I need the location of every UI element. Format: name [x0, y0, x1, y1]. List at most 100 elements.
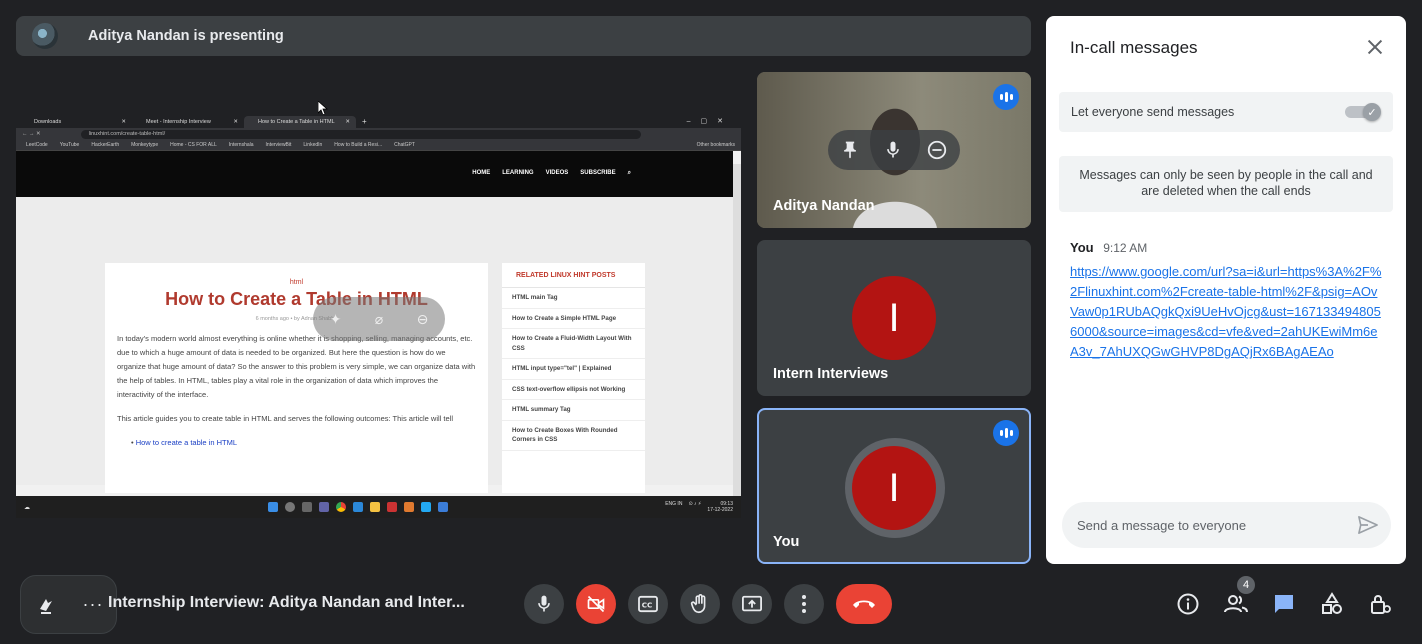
related-item[interactable]: How to Create Boxes With Rounded Corners…: [502, 421, 645, 451]
messages-info: Messages can only be seen by people in t…: [1059, 156, 1393, 212]
windows-start-icon[interactable]: [268, 502, 278, 512]
related-item[interactable]: HTML main Tag: [502, 288, 645, 309]
microphone-button[interactable]: [524, 584, 564, 624]
in-call-messages-panel: In-call messages Let everyone send messa…: [1046, 16, 1406, 564]
taskbar-apps: [268, 502, 448, 512]
related-item[interactable]: HTML input type="tel" | Explained: [502, 359, 645, 380]
chat-icon[interactable]: [319, 502, 329, 512]
microphone-icon: [538, 595, 550, 612]
page-scrollbar[interactable]: [733, 164, 741, 496]
site-nav-link[interactable]: VIDEOS: [546, 170, 569, 177]
allow-messages-row: Let everyone send messages ✓: [1059, 92, 1393, 132]
browser-tab-active[interactable]: How to Create a Table in HTML ✕: [244, 116, 356, 128]
related-item[interactable]: How to Create a Fluid-Width Layout With …: [502, 329, 645, 359]
participant-tile-self[interactable]: I You: [757, 408, 1031, 564]
activities-chip[interactable]: ···: [20, 575, 117, 634]
captions-button[interactable]: CC: [628, 584, 668, 624]
send-icon[interactable]: [1357, 515, 1379, 535]
bookmark[interactable]: Internshala: [229, 142, 254, 148]
bookmark[interactable]: Home - CS FOR ALL: [170, 142, 217, 148]
site-nav-link[interactable]: HOME: [472, 170, 490, 177]
message-time: 9:12 AM: [1103, 241, 1148, 255]
camera-off-button[interactable]: [576, 584, 616, 624]
hand-sparkle-icon[interactable]: [34, 593, 58, 617]
panel-title: In-call messages: [1070, 38, 1198, 57]
related-heading: RELATED LINUX HINT POSTS: [502, 263, 645, 288]
bookmark[interactable]: ChatGPT: [394, 142, 415, 148]
close-icon[interactable]: [1364, 36, 1386, 58]
activities-button[interactable]: [1317, 589, 1347, 619]
participant-tile[interactable]: I Intern Interviews: [757, 240, 1031, 396]
tray-clock[interactable]: 09:13 17-12-2022: [707, 501, 733, 513]
related-item[interactable]: How to Create a Simple HTML Page: [502, 309, 645, 329]
app-icon[interactable]: [353, 502, 363, 512]
task-view-icon[interactable]: [302, 502, 312, 512]
participant-avatar: I: [852, 446, 936, 530]
participant-avatar: I: [852, 276, 936, 360]
present-screen-button[interactable]: [732, 584, 772, 624]
message-link[interactable]: https://www.google.com/url?sa=i&url=http…: [1070, 262, 1382, 362]
article-list-item[interactable]: How to create a table in HTML: [131, 438, 488, 447]
allow-messages-toggle[interactable]: ✓: [1345, 103, 1381, 121]
article-category[interactable]: html: [105, 279, 488, 286]
bookmark[interactable]: LeetCode: [26, 142, 48, 148]
people-icon: [1224, 595, 1248, 613]
present-screen-icon: [742, 595, 762, 612]
chrome-icon[interactable]: [336, 502, 346, 512]
chat-button[interactable]: [1269, 589, 1299, 619]
pin-icon[interactable]: [840, 140, 860, 160]
other-bookmarks[interactable]: Other bookmarks: [697, 142, 735, 148]
nav-arrows-icon[interactable]: ← → ✕: [22, 131, 41, 137]
tray-lang[interactable]: ENG IN: [665, 501, 682, 513]
app-icon[interactable]: [404, 502, 414, 512]
site-navbar: HOME LEARNING VIDEOS SUBSCRIBE ⌕: [16, 151, 733, 197]
raise-hand-icon: [690, 594, 706, 614]
bookmark[interactable]: InterviewBit: [266, 142, 292, 148]
remove-circle-icon[interactable]: [926, 139, 948, 161]
bookmark[interactable]: Monkeytype: [131, 142, 158, 148]
participant-name: You: [773, 534, 800, 550]
new-tab-icon[interactable]: +: [356, 117, 367, 128]
site-nav-link[interactable]: LEARNING: [502, 170, 533, 177]
weather-icon[interactable]: ☁: [24, 504, 30, 511]
pin-icon[interactable]: ✦: [330, 311, 342, 328]
bookmark[interactable]: How to Build a Resi...: [334, 142, 382, 148]
site-nav-link[interactable]: SUBSCRIBE: [580, 170, 615, 177]
presenting-bar: Aditya Nandan is presenting: [16, 16, 1031, 56]
browser-tab[interactable]: Meet - Internship Interview ✕: [132, 116, 244, 128]
article-paragraph: This article guides you to create table …: [117, 414, 453, 423]
tray-icons[interactable]: ⊙ ♪ ⚡: [688, 501, 701, 513]
host-controls-button[interactable]: [1365, 589, 1395, 619]
leave-call-button[interactable]: [836, 584, 892, 624]
participant-tile[interactable]: Aditya Nandan: [757, 72, 1031, 228]
microphone-icon[interactable]: [883, 140, 903, 160]
bookmark[interactable]: LinkedIn: [303, 142, 322, 148]
taskbar-search-icon[interactable]: [285, 502, 295, 512]
site-search-icon[interactable]: ⌕: [628, 170, 631, 177]
more-dots-icon[interactable]: ···: [83, 594, 104, 615]
bookmark[interactable]: YouTube: [60, 142, 80, 148]
more-options-button[interactable]: [784, 584, 824, 624]
vscode-icon[interactable]: [421, 502, 431, 512]
message-input-box: [1062, 502, 1391, 548]
more-vert-icon: [802, 595, 806, 613]
captions-icon: CC: [638, 595, 658, 613]
related-item[interactable]: CSS text-overflow ellipsis not Working: [502, 380, 645, 400]
app-icon[interactable]: [438, 502, 448, 512]
file-explorer-icon[interactable]: [370, 502, 380, 512]
remove-icon[interactable]: ⊖: [417, 311, 429, 328]
bookmark[interactable]: HackerEarth: [91, 142, 119, 148]
raise-hand-button[interactable]: [680, 584, 720, 624]
people-count-badge: 4: [1237, 576, 1255, 594]
browser-address-bar: ← → ✕ linuxhint.com/create-table-html/: [16, 128, 741, 140]
app-icon[interactable]: [387, 502, 397, 512]
url-field[interactable]: linuxhint.com/create-table-html/: [80, 129, 641, 139]
window-controls[interactable]: –▢✕: [687, 117, 741, 128]
related-item[interactable]: HTML summary Tag: [502, 400, 645, 421]
browser-tab[interactable]: Downloads ✕: [20, 116, 132, 128]
mute-icon[interactable]: ⌀: [375, 311, 383, 328]
meeting-title: Internship Interview: Aditya Nandan and …: [108, 594, 465, 611]
message-input[interactable]: [1077, 514, 1347, 536]
meeting-details-button[interactable]: [1173, 589, 1203, 619]
speaking-indicator-icon: [993, 420, 1019, 446]
